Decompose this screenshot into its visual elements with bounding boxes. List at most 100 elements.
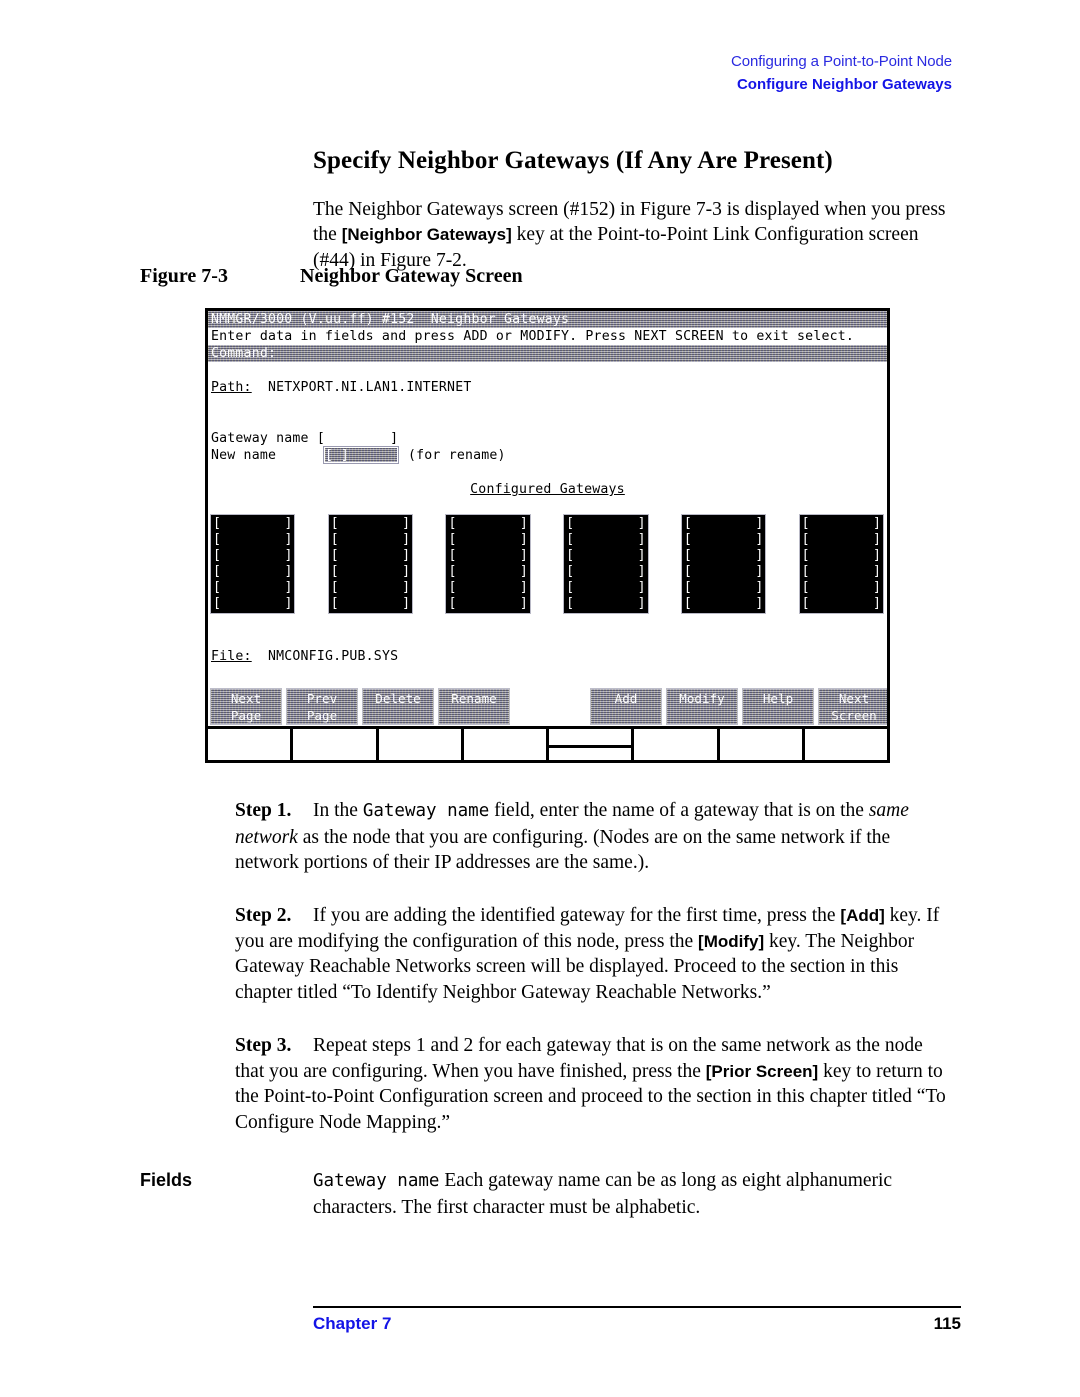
- gateway-entry-field[interactable]: [ ]: [329, 532, 412, 548]
- gateway-entry-field[interactable]: [ ]: [682, 564, 765, 580]
- path-value: NETXPORT.NI.LAN1.INTERNET: [267, 380, 472, 395]
- function-key-prev-page[interactable]: Prev Page: [286, 688, 358, 725]
- key-reference: [Add]: [840, 906, 885, 925]
- function-key-label-line1: Help: [762, 691, 794, 706]
- fkey-strip-cell-3[interactable]: [378, 729, 464, 760]
- file-spacer: [252, 649, 268, 664]
- gateway-entry-field[interactable]: [ ]: [800, 548, 883, 564]
- fields-term-name: Gateway name: [313, 1171, 440, 1191]
- gateway-entry-field[interactable]: [ ]: [564, 564, 647, 580]
- gateway-entry-field[interactable]: [ ]: [211, 516, 294, 532]
- path-label: Path:: [211, 380, 252, 395]
- step-2: Step 2. If you are adding the identified…: [235, 903, 951, 1005]
- gateway-name-input[interactable]: [ ]: [317, 431, 398, 446]
- gateway-entry-field[interactable]: [ ]: [211, 564, 294, 580]
- function-key-rename[interactable]: Rename: [438, 688, 510, 725]
- configured-gateways-heading: Configured Gateways: [208, 481, 887, 498]
- gateway-entry-field[interactable]: [ ]: [800, 532, 883, 548]
- gateway-name-label: Gateway name: [211, 431, 309, 446]
- gateway-entry-field[interactable]: [ ]: [446, 532, 529, 548]
- gateway-entry-field[interactable]: [ ]: [564, 580, 647, 596]
- gateway-entry-field[interactable]: [ ]: [564, 532, 647, 548]
- fkey-strip-cell-5[interactable]: [549, 729, 635, 760]
- function-key-label-line1: Delete: [375, 691, 421, 706]
- key-reference: [Modify]: [698, 931, 765, 951]
- function-key-label-line2: Screen: [831, 708, 877, 723]
- gateway-entry-field[interactable]: [ ]: [682, 596, 765, 612]
- gateway-entry-field[interactable]: [ ]: [446, 564, 529, 580]
- file-label: File:: [211, 649, 252, 664]
- terminal-command-line[interactable]: Command:: [208, 345, 887, 362]
- function-key-help[interactable]: Help: [742, 688, 814, 725]
- gateway-entry-field[interactable]: [ ]: [800, 580, 883, 596]
- gateway-entry-field[interactable]: [ ]: [800, 564, 883, 580]
- gateway-entry-field[interactable]: [ ]: [329, 516, 412, 532]
- function-key-labels: Next Page Prev Page Delete Rename Add Modify Hel…: [210, 688, 887, 725]
- step-3-body: Repeat steps 1 and 2 for each gateway th…: [235, 1035, 946, 1133]
- fkey-strip-cell-1[interactable]: [208, 729, 294, 760]
- step-1-body: In the Gateway name field, enter the nam…: [235, 800, 909, 873]
- figure-title: Neighbor Gateway Screen: [300, 265, 523, 287]
- function-key-add[interactable]: Add: [590, 688, 662, 725]
- gateway-entry-field[interactable]: [ ]: [682, 580, 765, 596]
- fkey-strip-cell-2[interactable]: [293, 729, 379, 760]
- gateway-entry-field[interactable]: [ ]: [446, 580, 529, 596]
- gateway-entry-field[interactable]: [ ]: [211, 548, 294, 564]
- function-key-label-line1: Next: [838, 691, 870, 706]
- gateway-entry-field[interactable]: [ ]: [800, 596, 883, 612]
- gateway-column: [ ][ ][ ][ ][ ][ ]: [209, 514, 296, 614]
- function-key-delete[interactable]: Delete: [362, 688, 434, 725]
- gateway-entry-field[interactable]: [ ]: [329, 564, 412, 580]
- function-key-label-line1: Prev: [306, 691, 338, 706]
- gateway-entry-field[interactable]: [ ]: [211, 596, 294, 612]
- terminal-screenshot: NMMGR/3000 (V.uu.ff) #152 Neighbor Gatew…: [205, 308, 890, 763]
- fields-section: Fields Gateway name Each gateway name ca…: [140, 1168, 960, 1220]
- gateway-entry-field[interactable]: [ ]: [564, 596, 647, 612]
- gateway-entry-field[interactable]: [ ]: [211, 532, 294, 548]
- page-footer: Chapter 7 115: [313, 1314, 961, 1340]
- gateway-name-gap: [309, 431, 317, 446]
- fkey-strip-cell-7[interactable]: [719, 729, 805, 760]
- body-text: as the node that you are configuring. (N…: [235, 826, 891, 874]
- gateway-entry-field[interactable]: [ ]: [446, 548, 529, 564]
- gateway-entry-field[interactable]: [ ]: [329, 580, 412, 596]
- figure-caption: Figure 7-3 Neighbor Gateway Screen: [140, 265, 523, 288]
- running-header-chapter-title: Configuring a Point-to-Point Node: [731, 53, 952, 70]
- gateway-column: [ ][ ][ ][ ][ ][ ]: [798, 514, 885, 614]
- step-2-body: If you are adding the identified gateway…: [235, 905, 939, 1003]
- body-text: field, enter the name of a gateway that …: [489, 800, 869, 821]
- gateway-entry-field[interactable]: [ ]: [682, 548, 765, 564]
- file-value: NMCONFIG.PUB.SYS: [267, 649, 399, 664]
- key-reference: [Prior Screen]: [705, 1061, 819, 1081]
- new-name-input[interactable]: [ ]: [323, 446, 399, 464]
- fields-body: Gateway name Each gateway name can be as…: [313, 1168, 960, 1220]
- page-title: Specify Neighbor Gateways (If Any Are Pr…: [313, 146, 833, 174]
- function-key-modify[interactable]: Modify: [666, 688, 738, 725]
- gateway-entry-field[interactable]: [ ]: [564, 516, 647, 532]
- function-key-label-line1: Next: [230, 691, 262, 706]
- function-key-next-page[interactable]: Next Page: [210, 688, 282, 725]
- fkey-strip-cell-6[interactable]: [634, 729, 720, 760]
- configured-gateways-grid: [ ][ ][ ][ ][ ][ ][ ][ ][ ][ ][ ][ ][ ][…: [209, 514, 885, 614]
- fkey-strip-cell-4[interactable]: [463, 729, 549, 760]
- gateway-entry-field[interactable]: [ ]: [682, 516, 765, 532]
- terminal-screen-area: NMMGR/3000 (V.uu.ff) #152 Neighbor Gatew…: [208, 311, 887, 729]
- gateway-entry-field[interactable]: [ ]: [329, 596, 412, 612]
- gateway-entry-field[interactable]: [ ]: [682, 532, 765, 548]
- step-1-label: Step 1.: [235, 800, 292, 821]
- gateway-name-row: Gateway name [ ]: [211, 430, 398, 447]
- gateway-entry-field[interactable]: [ ]: [800, 516, 883, 532]
- gateway-entry-field[interactable]: [ ]: [211, 580, 294, 596]
- terminal-title-line: NMMGR/3000 (V.uu.ff) #152 Neighbor Gatew…: [208, 311, 887, 328]
- gateway-entry-field[interactable]: [ ]: [564, 548, 647, 564]
- gateway-entry-field[interactable]: [ ]: [446, 516, 529, 532]
- gateway-entry-field[interactable]: [ ]: [446, 596, 529, 612]
- fields-heading: Fields: [140, 1170, 193, 1190]
- step-1: Step 1. In the Gateway name field, enter…: [235, 798, 951, 876]
- fkey-strip-cell-8[interactable]: [804, 729, 887, 760]
- running-header: Configuring a Point-to-Point Node Config…: [731, 52, 952, 96]
- function-key-label-line2: Page: [230, 708, 262, 723]
- function-key-next-screen[interactable]: Next Screen: [818, 688, 887, 725]
- footer-divider: [313, 1306, 961, 1308]
- gateway-entry-field[interactable]: [ ]: [329, 548, 412, 564]
